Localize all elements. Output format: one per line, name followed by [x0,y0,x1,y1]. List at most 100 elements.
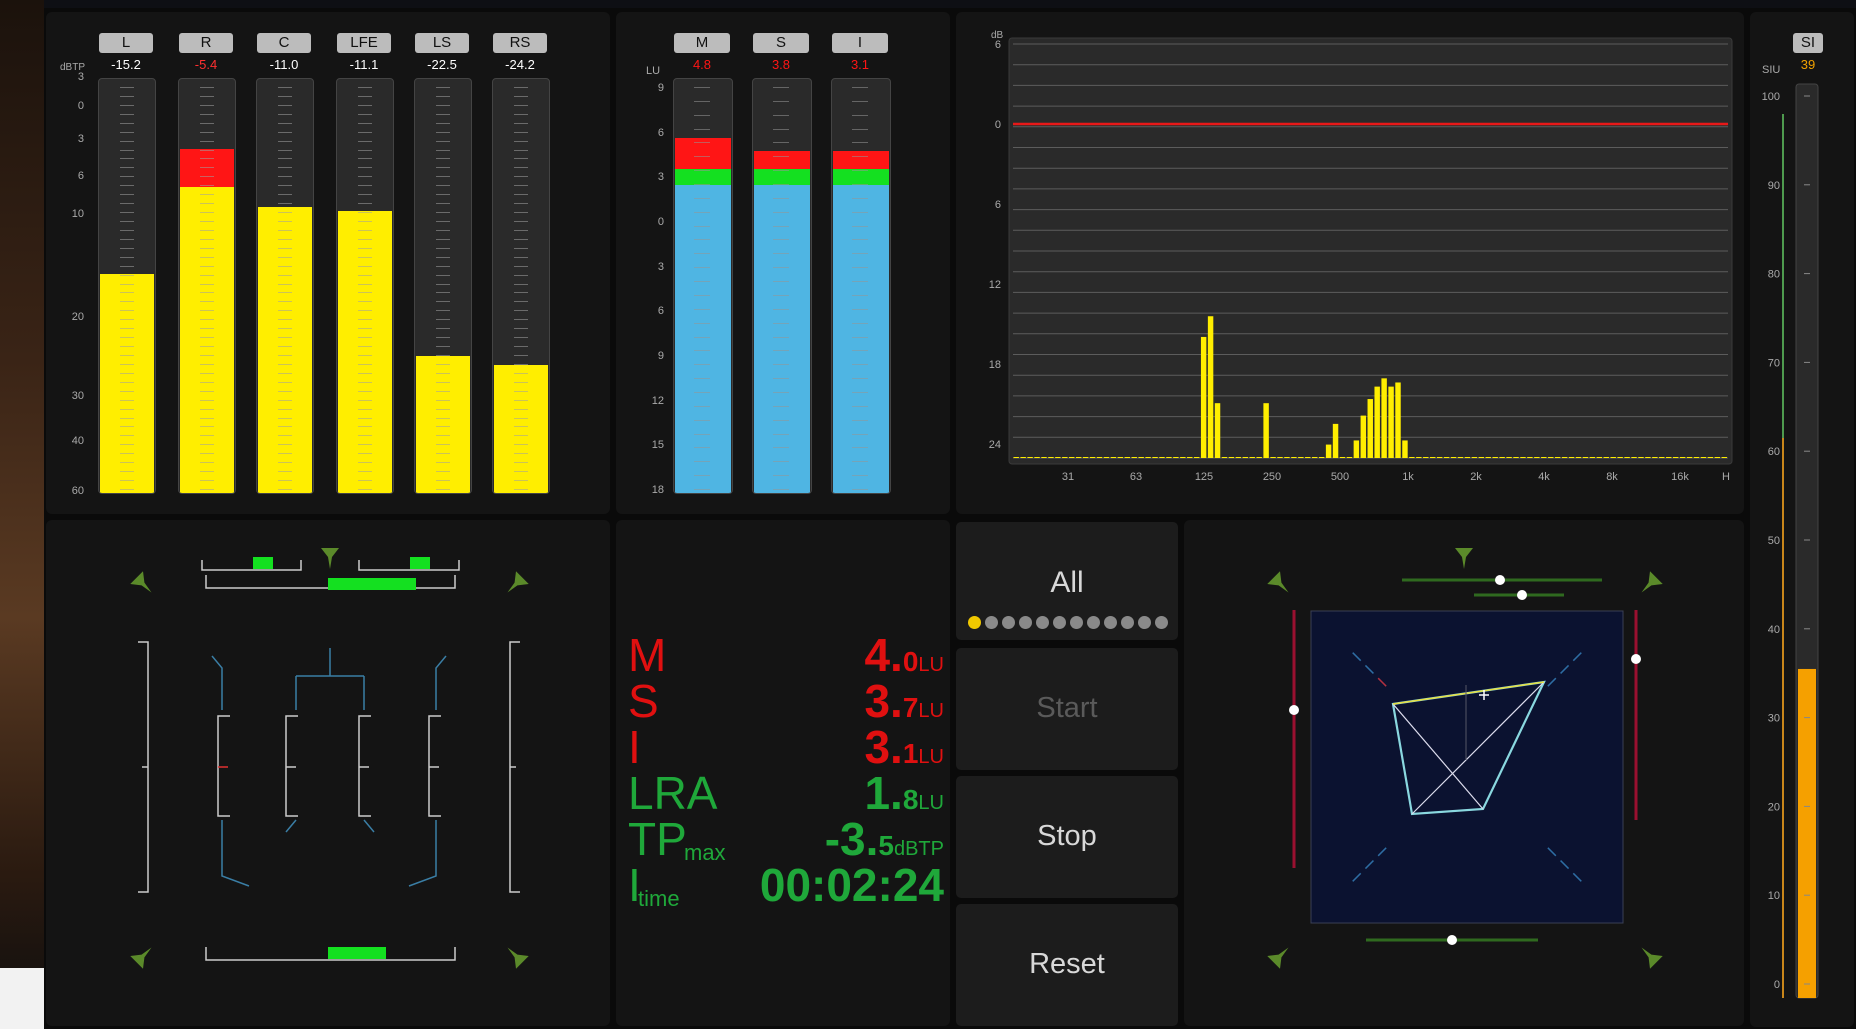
readout-value: -3. [824,813,879,865]
width-slider-handle[interactable] [1495,575,1505,585]
preset-dot[interactable] [968,616,981,629]
all-button[interactable]: All [956,522,1178,640]
meter-tick [436,122,450,124]
meter-tick [436,140,450,142]
spectrum-x-tick: 1k [1402,471,1414,483]
spectrum-bar [1672,457,1679,458]
meter-tick [200,87,214,88]
meter-tick [773,156,789,158]
meter-tick [358,292,372,294]
meter-tick [852,253,868,255]
channel-label-c[interactable]: C [257,33,311,53]
meter-tick [773,433,789,435]
siu-scale-tick: 90 [1768,180,1780,192]
meter-tick [120,381,134,383]
loudness-label-m[interactable]: M [674,33,730,53]
channel-label-r[interactable]: R [179,33,233,53]
meter-tick [200,131,214,133]
preset-dot[interactable] [1138,616,1151,629]
meter-tick [436,328,450,330]
speaker-rear-right-icon[interactable] [501,941,529,969]
preset-dot[interactable] [985,616,998,629]
meter-tick [278,337,292,339]
lu-scale-tick: 12 [651,394,664,407]
start-button[interactable]: Start [956,648,1178,770]
stop-button[interactable]: Stop [956,776,1178,898]
channel-label-rs[interactable]: RS [493,33,547,53]
meter-tick [436,203,450,205]
reset-button[interactable]: Reset [956,904,1178,1026]
meter-tick [200,238,214,240]
spectrum-bar [1693,457,1700,458]
spectrum-y-tick: 12 [989,279,1001,291]
meter-tick [773,197,789,199]
spectrum-bar [1291,457,1297,458]
spectrum-bar [1423,457,1429,458]
loudness-label-i[interactable]: I [832,33,888,53]
preset-dot[interactable] [1019,616,1032,629]
speaker-front-right-icon[interactable] [1635,571,1663,599]
preset-dot[interactable] [1002,616,1015,629]
speaker-rear-right-icon[interactable] [1635,941,1663,969]
channel-label-l[interactable]: L [99,33,153,53]
meter-tick [120,301,134,303]
surround-display [130,548,529,969]
meter-tick [514,381,528,383]
meter-tick [278,355,292,356]
spectrum-x-tick: 31 [1062,471,1074,483]
meter-tick [773,114,789,116]
speaker-center-icon[interactable] [1455,548,1473,569]
meter-tick [514,158,528,160]
speaker-front-left-icon[interactable] [130,571,158,599]
meter-tick [120,408,134,410]
stop-label: Stop [1037,820,1097,852]
readout-name: I [628,721,641,773]
spectrum-bar [1069,457,1075,458]
meter-tick [278,310,292,312]
meter-tick [436,453,450,455]
meter-tick [120,95,134,97]
meter-tick [436,158,450,160]
spectrum-bar [1575,457,1582,458]
speaker-front-right-icon[interactable] [501,571,529,599]
meter-tick [694,87,710,88]
meter-fill [258,207,312,493]
rear-slider-handle[interactable] [1447,935,1457,945]
preset-dot[interactable] [1036,616,1049,629]
meter-tick [278,480,292,482]
loudness-label-s[interactable]: S [753,33,809,53]
meter-tick [200,247,214,249]
left-slider-handle[interactable] [1289,705,1299,715]
meter-tick [436,399,450,401]
readout-unit: LU [918,792,944,814]
readout-row-4: TP max -3.5dBTP [628,813,948,865]
meter-tick [852,184,868,186]
spectrum-bar [1346,457,1353,458]
meter-tick [773,281,789,283]
meter-tick [514,399,528,401]
meter-tick [278,203,292,205]
meter-tick [358,337,372,339]
channel-label-ls[interactable]: LS [415,33,469,53]
meter-tick [120,203,134,205]
meter-tick [436,194,450,196]
preset-dot[interactable] [1155,616,1168,629]
speaker-front-left-icon[interactable] [1267,571,1295,599]
meter-tick [358,489,372,490]
right-slider-handle[interactable] [1631,654,1641,664]
channel-label-lfe[interactable]: LFE [337,33,391,53]
offset-slider-handle[interactable] [1517,590,1527,600]
meter-tick [436,346,450,348]
meter-tick [200,355,214,356]
speaker-center-icon[interactable] [321,548,339,569]
preset-dot[interactable] [1104,616,1117,629]
preset-dot[interactable] [1121,616,1134,629]
preset-dot[interactable] [1070,616,1083,629]
preset-dot[interactable] [1053,616,1066,629]
preset-dots[interactable] [968,616,1178,632]
spectrum-bar [1624,457,1630,458]
preset-dot[interactable] [1087,616,1100,629]
speaker-rear-left-icon[interactable] [1267,941,1295,969]
spectrum-bar [1124,457,1131,458]
speaker-rear-left-icon[interactable] [130,941,158,969]
